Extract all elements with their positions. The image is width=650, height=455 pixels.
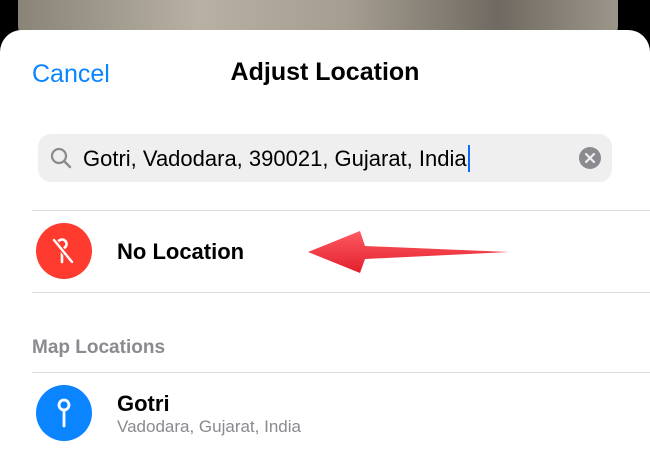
clear-text-icon[interactable] xyxy=(579,147,601,169)
location-search-field[interactable]: Gotri, Vadodara, 390021, Gujarat, India xyxy=(38,134,612,182)
no-location-label: No Location xyxy=(117,239,245,264)
divider xyxy=(32,292,650,293)
magnifyingglass-icon xyxy=(50,147,72,169)
page-title: Adjust Location xyxy=(230,58,420,86)
search-input-value: Gotri, Vadodara, 390021, Gujarat, India xyxy=(83,146,467,171)
location-subtitle: Vadodara, Gujarat, India xyxy=(117,417,301,436)
location-slash-icon xyxy=(36,223,92,279)
navigation-bar: Cancel Adjust Location xyxy=(0,30,650,120)
text-caret xyxy=(467,145,470,172)
location-title: Gotri xyxy=(117,391,170,416)
red-arrow-annotation xyxy=(308,231,510,273)
search-input[interactable]: Gotri, Vadodara, 390021, Gujarat, India xyxy=(83,145,470,172)
map-locations-header: Map Locations xyxy=(32,337,166,358)
map-location-item-gotri[interactable]: Gotri Vadodara, Gujarat, India xyxy=(0,373,650,455)
map-pin-icon xyxy=(36,385,92,441)
